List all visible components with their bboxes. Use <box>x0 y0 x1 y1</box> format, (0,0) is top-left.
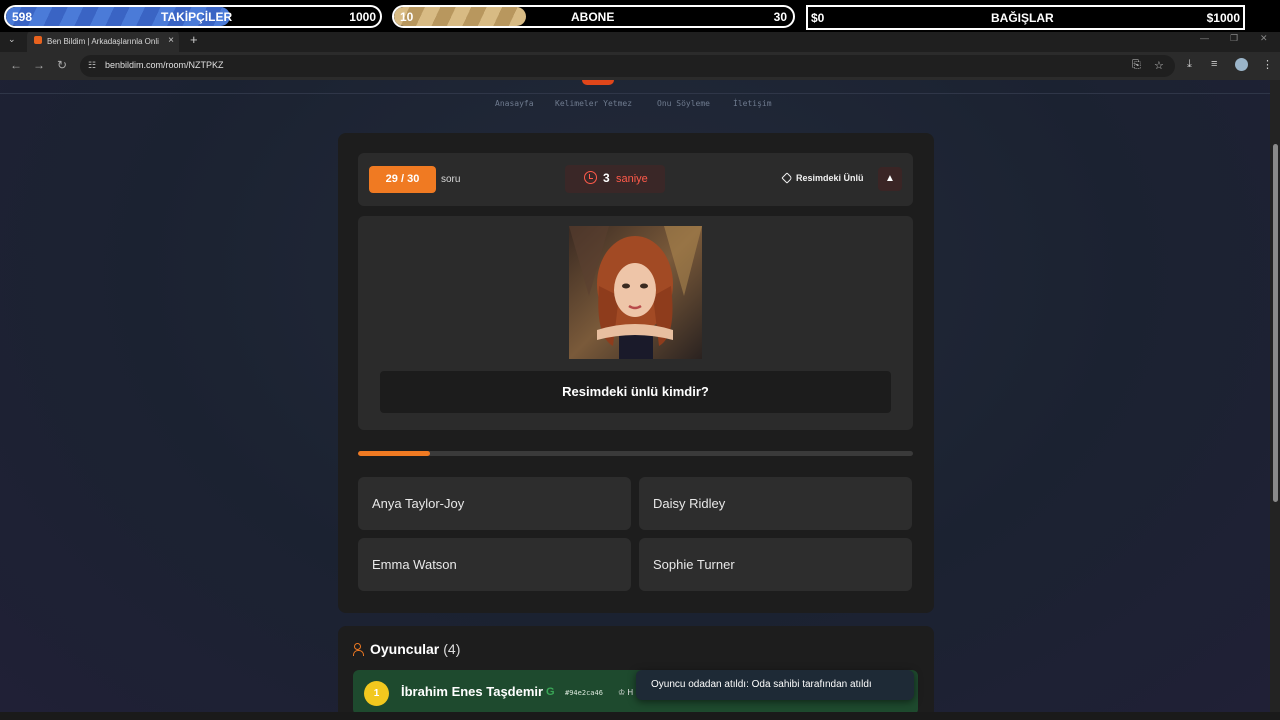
scrollbar-thumb[interactable] <box>1273 144 1278 502</box>
page-content: Anasayfa Kelimeler Yetmez Onu Söyleme İl… <box>0 80 1270 720</box>
menu-kebab-icon[interactable]: ⋮ <box>1262 58 1273 71</box>
answer-option-1[interactable]: Anya Taylor-Joy <box>358 477 631 530</box>
subscribers-goal-fill <box>394 7 526 26</box>
followers-goal-bar: 598 TAKİPÇİLER 1000 <box>4 5 382 28</box>
site-navigation: Anasayfa Kelimeler Yetmez Onu Söyleme İl… <box>0 80 1270 108</box>
question-counter: 29 / 30 <box>369 166 436 193</box>
address-bar: ← → ↻ ☷ benbildim.com/room/NZTPKZ ⎘ ☆ ⤓ … <box>0 52 1280 80</box>
tab-search-icon[interactable]: ⌄ <box>8 34 16 45</box>
tab-title: Ben Bildim | Arkadaşlarınla Onli <box>47 37 159 46</box>
subscribers-current: 10 <box>400 10 414 24</box>
reload-icon[interactable]: ↻ <box>57 58 67 72</box>
warning-icon: ▲ <box>885 173 895 184</box>
subscribers-goal: 30 <box>773 10 787 24</box>
users-icon <box>353 643 366 656</box>
player-id: #94e2ca46 <box>565 689 603 697</box>
omnibox[interactable]: ☷ benbildim.com/room/NZTPKZ ⎘ ☆ <box>80 55 1175 77</box>
nav-link-onu-soyleme[interactable]: Onu Söyleme <box>657 99 710 108</box>
browser-tab[interactable]: Ben Bildim | Arkadaşlarınla Onli × <box>27 30 179 52</box>
site-info-icon[interactable]: ☷ <box>88 60 96 71</box>
question-counter-suffix: soru <box>441 174 461 185</box>
game-panel: 29 / 30 soru 3 saniye Resimdeki Ünlü ▲ R… <box>338 133 934 613</box>
back-icon[interactable]: ← <box>10 58 22 72</box>
profile-avatar[interactable] <box>1235 58 1248 71</box>
close-window-icon[interactable]: ✕ <box>1260 33 1268 44</box>
forward-icon[interactable]: → <box>33 58 45 72</box>
donations-goal: $1000 <box>1206 11 1240 25</box>
answer-option-3[interactable]: Emma Watson <box>358 538 631 591</box>
timer-value: 3 <box>603 171 610 185</box>
nav-link-iletisim[interactable]: İletişim <box>733 99 772 108</box>
google-icon: G <box>546 686 555 698</box>
time-progress-bar <box>358 451 913 456</box>
followers-label: TAKİPÇİLER <box>161 10 233 24</box>
subscribers-label: ABONE <box>571 10 615 24</box>
time-progress-fill <box>358 451 431 456</box>
player-rank-badge: 1 <box>364 681 389 706</box>
toast-notification: Oyuncu odadan atıldı: Oda sahibi tarafın… <box>636 670 914 700</box>
donations-label: BAĞIŞLAR <box>991 11 1054 25</box>
player-name: İbrahim Enes Taşdemir <box>401 684 544 699</box>
question-card: Resimdeki ünlü kimdir? <box>358 216 913 430</box>
clock-icon <box>584 171 597 184</box>
stream-overlay: 598 TAKİPÇİLER 1000 10 ABONE 30 $0 BAĞIŞ… <box>0 0 1280 32</box>
favicon-icon <box>34 36 42 44</box>
bookmark-star-icon[interactable]: ☆ <box>1154 59 1164 72</box>
countdown-timer: 3 saniye <box>565 165 665 193</box>
url-text[interactable]: benbildim.com/room/NZTPKZ <box>105 60 224 70</box>
os-taskbar <box>0 712 1280 720</box>
answer-option-4[interactable]: Sophie Turner <box>639 538 912 591</box>
tab-strip: ⌄ Ben Bildim | Arkadaşlarınla Onli × + —… <box>0 30 1280 52</box>
nav-link-kelimeler-yetmez[interactable]: Kelimeler Yetmez <box>555 99 632 108</box>
question-header: 29 / 30 soru 3 saniye Resimdeki Ünlü ▲ <box>358 153 913 206</box>
players-title: Oyuncular <box>370 641 440 657</box>
close-tab-icon[interactable]: × <box>168 35 174 46</box>
new-tab-icon[interactable]: + <box>190 32 198 47</box>
players-heading: Oyuncular (4) <box>353 641 460 657</box>
tag-icon <box>781 172 793 184</box>
report-button[interactable]: ▲ <box>878 167 902 191</box>
followers-current: 598 <box>12 10 33 24</box>
media-control-icon[interactable]: ≡ <box>1211 58 1217 70</box>
host-crown-icon: ♔ H <box>618 688 634 697</box>
category-text: Resimdeki Ünlü <box>796 173 864 183</box>
celebrity-photo <box>569 226 702 359</box>
question-text: Resimdeki ünlü kimdir? <box>380 371 891 413</box>
nav-link-home[interactable]: Anasayfa <box>495 99 534 108</box>
donations-current: $0 <box>811 11 825 25</box>
minimize-icon[interactable]: — <box>1200 33 1209 43</box>
answer-option-2[interactable]: Daisy Ridley <box>639 477 912 530</box>
players-count: (4) <box>443 641 461 657</box>
page-scrollbar[interactable] <box>1270 80 1280 720</box>
timer-unit: saniye <box>616 173 648 185</box>
download-icon[interactable]: ⤓ <box>1187 58 1192 71</box>
category-label: Resimdeki Ünlü <box>781 172 864 184</box>
subscribers-goal-bar: 10 ABONE 30 <box>392 5 795 28</box>
install-app-icon[interactable]: ⎘ <box>1132 59 1141 72</box>
followers-goal: 1000 <box>349 10 376 24</box>
donations-goal-bar: $0 BAĞIŞLAR $1000 <box>806 5 1245 30</box>
maximize-icon[interactable]: ❐ <box>1230 33 1238 44</box>
player-badge: H <box>627 688 634 697</box>
